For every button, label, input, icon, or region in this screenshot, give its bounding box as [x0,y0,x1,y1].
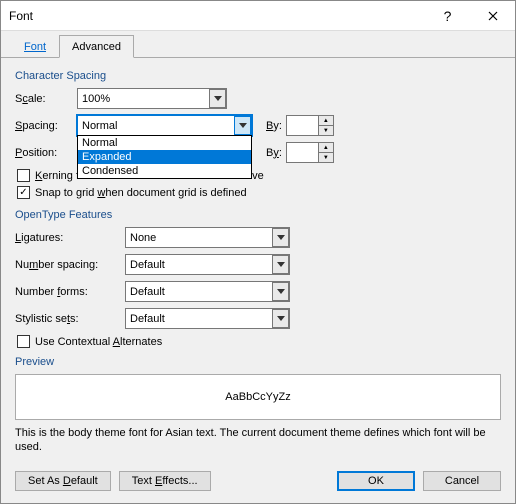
preview-box: AaBbCcYyZz [15,374,501,420]
spacing-option-expanded[interactable]: Expanded [78,150,251,164]
group-opentype: OpenType Features [15,209,501,221]
spinner-down-button[interactable]: ▼ [319,153,333,162]
spinner-down-button[interactable]: ▼ [319,126,333,135]
text-effects-button[interactable]: Text Effects... [119,471,211,491]
stylistic-sets-select[interactable]: Default [125,308,290,329]
button-bar: Set As Default Text Effects... OK Cancel [1,461,515,503]
scale-select[interactable]: 100% [77,88,227,109]
ligatures-label: Ligatures: [15,232,125,244]
stylistic-sets-label: Stylistic sets: [15,313,125,325]
contextual-alternates-label: Use Contextual Alternates [35,336,162,348]
spinner-up-button[interactable]: ▲ [319,143,333,153]
dialog-content: Character Spacing Scale: 100% Spacing: N… [1,58,515,461]
titlebar: Font ? [1,1,515,31]
preview-description: This is the body theme font for Asian te… [15,426,501,455]
spacing-option-condensed[interactable]: Condensed [78,164,251,178]
snap-label: Snap to grid when document grid is defin… [35,187,247,199]
number-spacing-label: Number spacing: [15,259,125,271]
spacing-label: Spacing: [15,120,77,132]
scale-dropdown-button[interactable] [209,89,226,108]
spacing-dropdown-list: Normal Expanded Condensed [77,135,252,179]
position-label: Position: [15,147,77,159]
chevron-down-icon [214,96,222,101]
chevron-down-icon [277,262,285,267]
chevron-down-icon [277,289,285,294]
number-forms-dropdown-button[interactable] [272,282,289,301]
chevron-down-icon [239,123,247,128]
stylistic-sets-dropdown-button[interactable] [272,309,289,328]
help-button[interactable]: ? [425,1,470,31]
font-dialog: Font ? Font Advanced Character Spacing S… [0,0,516,504]
close-button[interactable] [470,1,515,31]
snap-checkbox[interactable]: ✓ [17,186,30,199]
spacing-select[interactable]: Normal [77,115,252,136]
number-forms-select[interactable]: Default [125,281,290,302]
tab-strip: Font Advanced [1,31,515,58]
spacing-option-normal[interactable]: Normal [78,136,251,150]
kerning-checkbox[interactable] [17,169,30,182]
position-by-label: By: [266,147,282,159]
ligatures-dropdown-button[interactable] [272,228,289,247]
number-spacing-dropdown-button[interactable] [272,255,289,274]
scale-label: Scale: [15,93,77,105]
tab-font[interactable]: Font [11,35,59,58]
cancel-button[interactable]: Cancel [423,471,501,491]
spinner-up-button[interactable]: ▲ [319,116,333,126]
ok-button[interactable]: OK [337,471,415,491]
spacing-dropdown-button[interactable] [234,116,251,135]
close-icon [488,11,498,21]
number-spacing-select[interactable]: Default [125,254,290,275]
set-as-default-button[interactable]: Set As Default [15,471,111,491]
group-character-spacing: Character Spacing [15,70,501,82]
chevron-down-icon [277,316,285,321]
group-preview: Preview [15,356,501,368]
chevron-down-icon [277,235,285,240]
spacing-by-spinner[interactable]: ▲▼ [286,115,334,136]
ligatures-select[interactable]: None [125,227,290,248]
contextual-alternates-checkbox[interactable] [17,335,30,348]
number-forms-label: Number forms: [15,286,125,298]
spacing-by-input[interactable] [287,116,318,135]
spacing-by-label: By: [266,120,282,132]
dialog-title: Font [9,9,425,23]
preview-sample: AaBbCcYyZz [225,391,290,403]
tab-advanced[interactable]: Advanced [59,35,134,58]
position-by-spinner[interactable]: ▲▼ [286,142,334,163]
position-by-input[interactable] [287,143,318,162]
